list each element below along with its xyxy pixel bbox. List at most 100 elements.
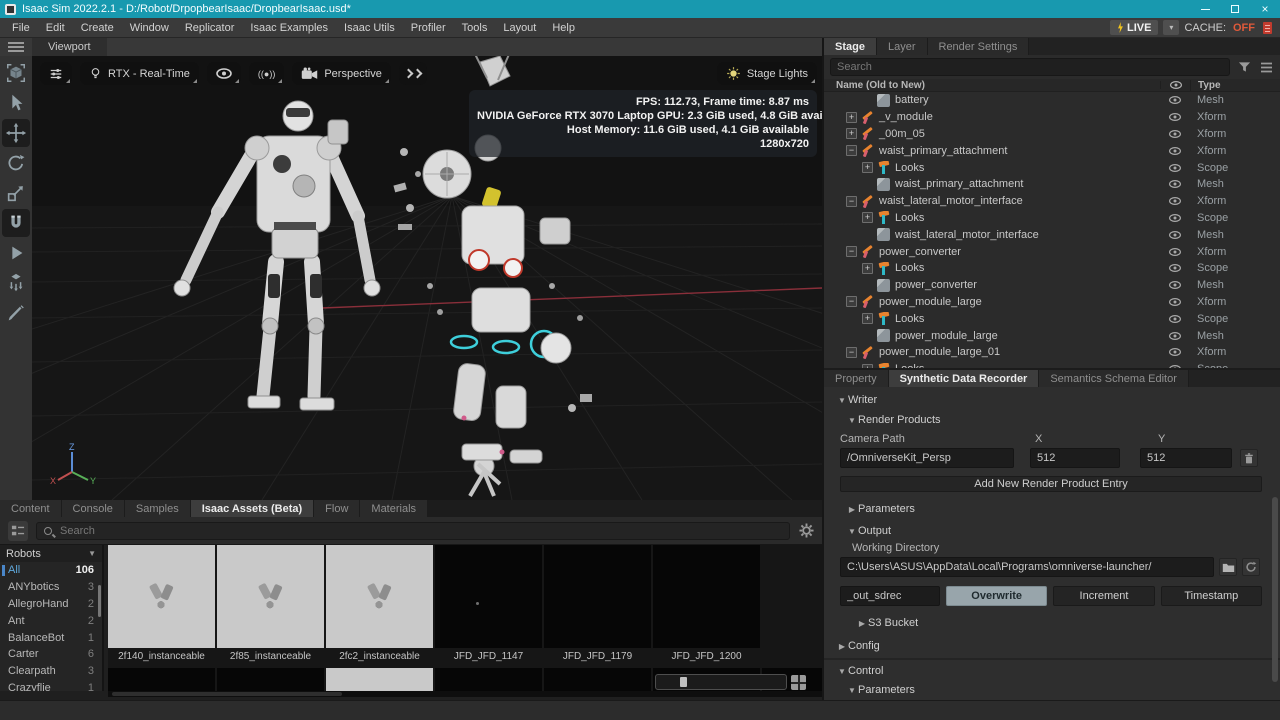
vertical-scrollbar[interactable] [1272, 497, 1278, 682]
filter-icon[interactable] [1236, 59, 1252, 75]
visibility-eye-icon[interactable] [1160, 332, 1190, 340]
minimize-button[interactable] [1190, 0, 1220, 18]
tab[interactable]: Materials [360, 500, 428, 517]
list-item[interactable]: BalanceBot 1 [0, 629, 102, 646]
output-section-header[interactable]: ▼ Output [824, 522, 1280, 540]
menu-item[interactable]: Create [73, 18, 122, 38]
resolution-x-field[interactable] [1030, 448, 1120, 468]
expand-toggle-icon[interactable] [862, 212, 873, 223]
category-dropdown[interactable]: Robots ▼ [0, 545, 102, 562]
assets-search-input[interactable] [58, 524, 782, 538]
menu-item[interactable]: Layout [495, 18, 544, 38]
toolbar-expand-button[interactable] [399, 62, 427, 85]
output-name-field[interactable] [840, 586, 940, 606]
asset-thumbnail[interactable] [108, 545, 215, 648]
visibility-eye-icon[interactable] [1160, 264, 1190, 272]
maximize-button[interactable] [1220, 0, 1250, 18]
tree-view-toggle-icon[interactable] [8, 521, 28, 541]
overwrite-button[interactable]: Overwrite [946, 586, 1047, 606]
visibility-eye-icon[interactable] [1160, 130, 1190, 138]
expand-toggle-icon[interactable] [846, 145, 857, 156]
browse-folder-button[interactable] [1219, 558, 1237, 576]
gear-icon[interactable] [798, 523, 814, 539]
table-row[interactable]: waist_lateral_motor_interface Xform [824, 193, 1280, 210]
viewport-menu-icon[interactable] [0, 38, 32, 56]
table-row[interactable]: _v_module Xform [824, 109, 1280, 126]
table-row[interactable]: _00m_05 Xform [824, 126, 1280, 143]
visibility-eye-icon[interactable] [1160, 315, 1190, 323]
asset-thumbnail[interactable] [326, 545, 433, 648]
menu-item[interactable]: Help [544, 18, 583, 38]
visibility-eye-icon[interactable] [1160, 147, 1190, 155]
list-item[interactable]: All 106 [0, 562, 102, 579]
asset-thumbnail[interactable] [217, 545, 324, 648]
asset-thumbnail[interactable] [653, 545, 760, 648]
tab[interactable]: Samples [125, 500, 191, 517]
visibility-eye-icon[interactable] [1160, 348, 1190, 356]
visibility-eye-icon[interactable] [1160, 113, 1190, 121]
options-menu-icon[interactable] [1258, 59, 1274, 75]
cache-file-icon[interactable] [1263, 22, 1272, 34]
list-item[interactable]: Clearpath 3 [0, 663, 102, 680]
tab[interactable]: Console [62, 500, 125, 517]
table-row[interactable]: power_module_large_01 Xform [824, 344, 1280, 361]
table-row[interactable]: power_converter Xform [824, 243, 1280, 260]
table-row[interactable]: waist_lateral_motor_interface Mesh [824, 226, 1280, 243]
table-row[interactable]: Looks Scope [824, 361, 1280, 368]
select-mode-tool-icon[interactable] [2, 59, 30, 87]
menu-item[interactable]: Isaac Examples [242, 18, 336, 38]
refresh-button[interactable] [1242, 558, 1260, 576]
writer-section-header[interactable]: ▼ Writer [824, 391, 1280, 409]
assets-search-field[interactable] [36, 522, 790, 540]
expand-toggle-icon[interactable] [862, 162, 873, 173]
table-row[interactable]: power_converter Mesh [824, 277, 1280, 294]
menu-item[interactable]: Replicator [177, 18, 243, 38]
grid-view-icon[interactable] [791, 675, 806, 690]
increment-button[interactable]: Increment [1053, 586, 1154, 606]
expand-toggle-icon[interactable] [846, 196, 857, 207]
menu-item[interactable]: File [4, 18, 38, 38]
expand-toggle-icon[interactable] [846, 246, 857, 257]
move-tool-icon[interactable] [2, 119, 30, 147]
expand-toggle-icon[interactable] [846, 347, 857, 358]
list-item[interactable]: AllegroHand 2 [0, 596, 102, 613]
category-scrollbar[interactable] [98, 585, 101, 617]
expand-toggle-icon[interactable] [846, 296, 857, 307]
parameters-section-header[interactable]: ▶ Parameters [824, 500, 1280, 518]
physics-drop-tool-icon[interactable] [2, 269, 30, 297]
visibility-column-header[interactable] [1160, 81, 1190, 89]
menu-item[interactable]: Profiler [403, 18, 454, 38]
snap-tool-icon[interactable] [2, 209, 30, 237]
list-item[interactable]: Carter 6 [0, 646, 102, 663]
viewport-canvas[interactable]: RTX - Real-Time ((●)) Perspective [32, 56, 822, 500]
asset-thumbnail-partial[interactable] [217, 668, 324, 691]
list-item[interactable]: Crazyflie 1 [0, 680, 102, 691]
type-column-header[interactable]: Type [1190, 80, 1280, 91]
thumbnail-size-slider[interactable] [655, 674, 787, 690]
tab[interactable]: Layer [877, 38, 928, 55]
config-section-header[interactable]: ▶ Config [824, 637, 1280, 655]
paint-tool-icon[interactable] [2, 299, 30, 327]
resolution-y-field[interactable] [1140, 448, 1232, 468]
play-tool-icon[interactable] [2, 239, 30, 267]
expand-toggle-icon[interactable] [846, 128, 857, 139]
working-directory-field[interactable] [840, 557, 1214, 577]
tab[interactable]: Property [824, 370, 889, 387]
table-row[interactable]: Looks Scope [824, 159, 1280, 176]
visibility-eye-icon[interactable] [1160, 231, 1190, 239]
audio-options-button[interactable]: ((●)) [249, 62, 284, 85]
list-item[interactable]: Ant 2 [0, 612, 102, 629]
visibility-eye-icon[interactable] [1160, 197, 1190, 205]
tab[interactable]: Semantics Schema Editor [1039, 370, 1189, 387]
live-sync-button[interactable]: LIVE [1110, 20, 1158, 35]
camera-selector-button[interactable]: Perspective [292, 62, 390, 85]
render-mode-button[interactable]: RTX - Real-Time [80, 62, 199, 85]
rotate-tool-icon[interactable] [2, 149, 30, 177]
tab[interactable]: Render Settings [928, 38, 1030, 55]
tab[interactable]: Flow [314, 500, 360, 517]
visibility-options-button[interactable] [207, 62, 241, 85]
live-dropdown-button[interactable]: ▾ [1163, 20, 1179, 35]
tab[interactable]: Isaac Assets (Beta) [191, 500, 314, 517]
table-row[interactable]: battery Mesh [824, 92, 1280, 109]
tab[interactable]: Content [0, 500, 62, 517]
